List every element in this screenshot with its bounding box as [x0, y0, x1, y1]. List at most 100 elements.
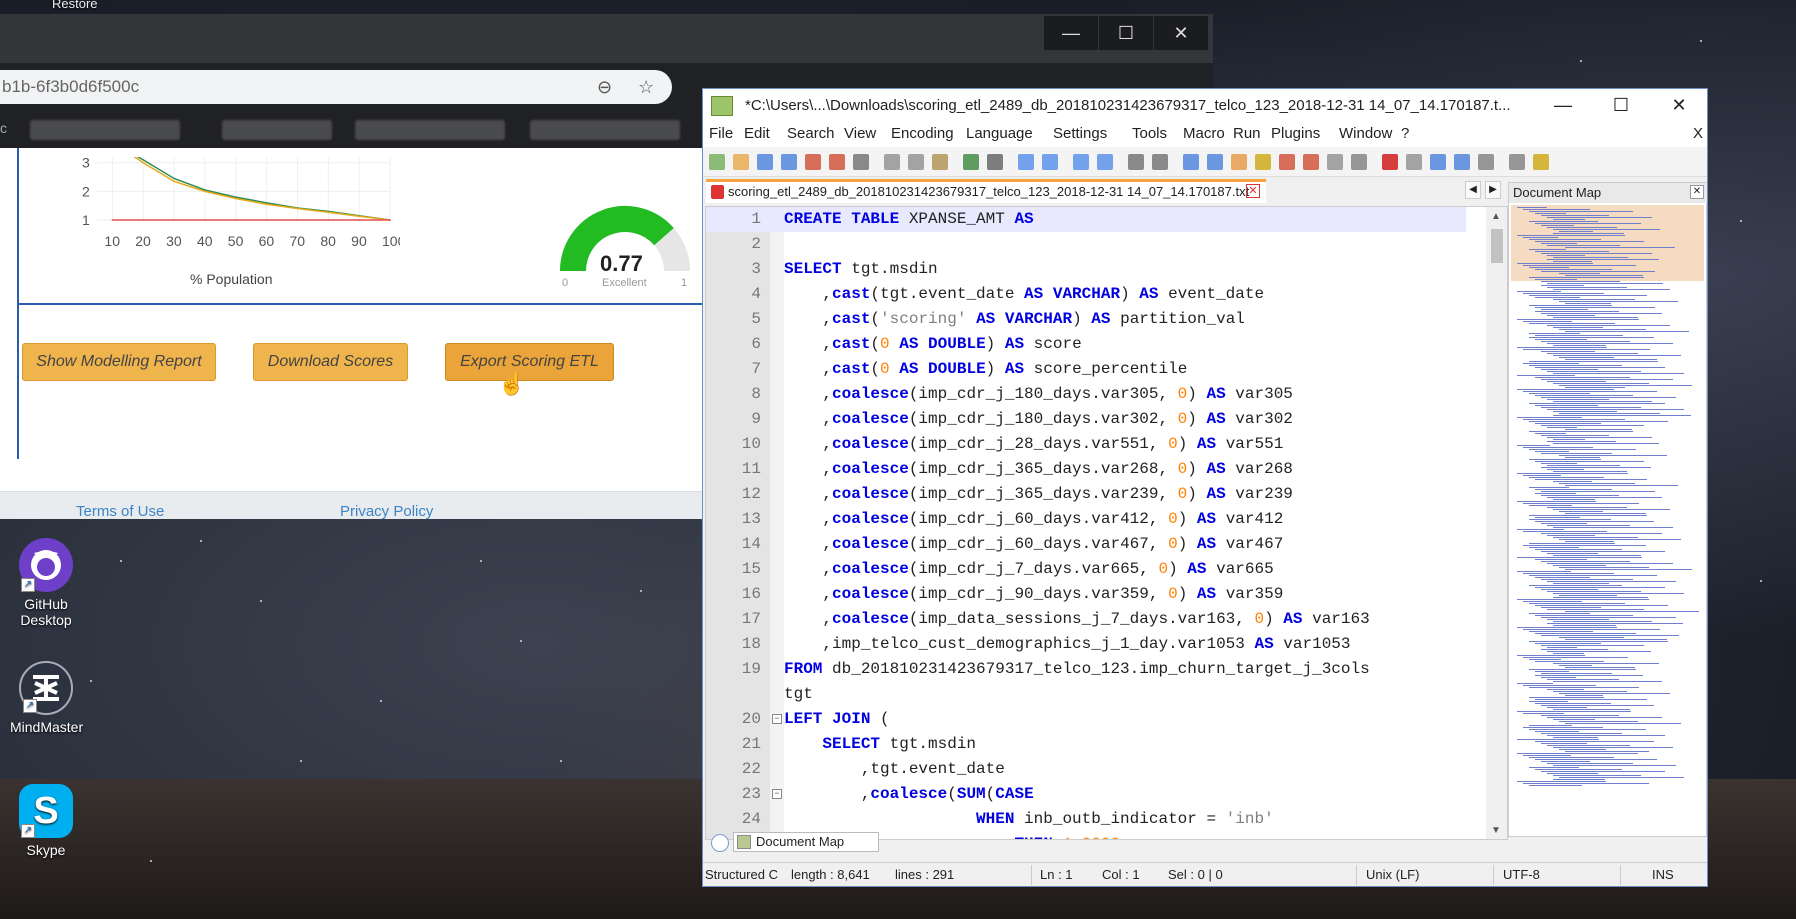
doc-map-icon[interactable] [1279, 154, 1295, 170]
open-icon[interactable] [733, 154, 749, 170]
tab-scroll-left-icon[interactable]: ◀ [1465, 181, 1481, 199]
print-icon[interactable] [853, 154, 869, 170]
code-line[interactable]: 13 ,coalesce(imp_cdr_j_60_days.var412, 0… [706, 507, 1466, 532]
zoom-icon[interactable]: ⊖ [597, 70, 612, 104]
menu-edit[interactable]: Edit [744, 125, 770, 142]
all-chars-icon[interactable] [1207, 154, 1223, 170]
scrollbar-thumb[interactable] [1491, 229, 1503, 263]
menu-help[interactable]: ? [1401, 125, 1409, 142]
menu-encoding[interactable]: Encoding [891, 125, 954, 142]
address-bar[interactable]: b1b-6f3b0d6f500c ⊖ ☆ [0, 70, 672, 104]
code-line[interactable]: 18 ,imp_telco_cust_demographics_j_1_day.… [706, 632, 1466, 657]
fold-toggle-icon[interactable]: − [772, 789, 782, 799]
menu-view[interactable]: View [844, 125, 876, 142]
close-all-icon[interactable] [829, 154, 845, 170]
play-macro-icon[interactable] [1430, 154, 1446, 170]
editor-vertical-scrollbar[interactable]: ▲ ▼ [1486, 207, 1507, 839]
menu-run[interactable]: Run [1233, 125, 1261, 142]
function-list-icon[interactable] [711, 834, 729, 852]
scroll-down-icon[interactable]: ▼ [1491, 825, 1501, 836]
menu-macro[interactable]: Macro [1183, 125, 1225, 142]
paste-icon[interactable] [932, 154, 948, 170]
code-line[interactable]: 12 ,coalesce(imp_cdr_j_365_days.var239, … [706, 482, 1466, 507]
menu-tools[interactable]: Tools [1132, 125, 1167, 142]
function-list-icon[interactable] [1303, 154, 1319, 170]
file-tab[interactable]: scoring_etl_2489_db_201810231423679317_t… [706, 179, 1266, 203]
code-line[interactable]: 2 [706, 232, 1466, 257]
replace-icon[interactable] [1042, 154, 1058, 170]
code-line[interactable]: 15 ,coalesce(imp_cdr_j_7_days.var665, 0)… [706, 557, 1466, 582]
browser-minimize-button[interactable]: — [1044, 16, 1098, 50]
word-wrap-icon[interactable] [1183, 154, 1199, 170]
code-line[interactable]: 8 ,coalesce(imp_cdr_j_180_days.var305, 0… [706, 382, 1466, 407]
bookmark-item[interactable] [530, 120, 680, 140]
run-macro-icon[interactable] [1454, 154, 1470, 170]
code-line[interactable]: 19 FROM db_201810231423679317_telco_123.i… [706, 657, 1466, 682]
code-line[interactable]: 11 ,coalesce(imp_cdr_j_365_days.var268, … [706, 457, 1466, 482]
document-map-close-icon[interactable]: ✕ [1690, 185, 1704, 199]
code-line[interactable]: 23 − ,coalesce(SUM(CASE [706, 782, 1466, 807]
code-line[interactable]: 9 ,coalesce(imp_cdr_j_180_days.var302, 0… [706, 407, 1466, 432]
save-macro-icon[interactable] [1478, 154, 1494, 170]
code-line[interactable]: 5 ,cast('scoring' AS VARCHAR) AS partiti… [706, 307, 1466, 332]
npp-minimize-button[interactable]: — [1534, 89, 1592, 122]
code-line[interactable]: 10 ,coalesce(imp_cdr_j_28_days.var551, 0… [706, 432, 1466, 457]
code-line[interactable]: 24 WHEN inb_outb_indicator = 'inb' [706, 807, 1466, 832]
menu-window[interactable]: Window [1339, 125, 1392, 142]
sync-v-icon[interactable] [1128, 154, 1144, 170]
zoom-in-icon[interactable] [1073, 154, 1089, 170]
export-scoring-etl-button[interactable]: Export Scoring ETL [445, 343, 614, 381]
star-icon[interactable]: ☆ [638, 70, 654, 104]
find-icon[interactable] [1018, 154, 1034, 170]
document-map-tab[interactable]: Document Map [733, 832, 879, 852]
redo-icon[interactable] [987, 154, 1003, 170]
monitor-icon[interactable] [1351, 154, 1367, 170]
terms-of-use-link[interactable]: Terms of Use [76, 503, 164, 519]
indent-guide-icon[interactable] [1231, 154, 1247, 170]
save-icon[interactable] [757, 154, 773, 170]
code-line[interactable]: 20 − LEFT JOIN ( [706, 707, 1466, 732]
record-macro-icon[interactable] [1382, 154, 1398, 170]
menu-file[interactable]: File [709, 125, 733, 142]
code-line[interactable]: 22 ,tgt.event_date [706, 757, 1466, 782]
fold-toggle-icon[interactable]: − [772, 714, 782, 724]
spell-settings-icon[interactable] [1533, 154, 1549, 170]
menu-search[interactable]: Search [787, 125, 835, 142]
npp-close-button[interactable]: ✕ [1650, 89, 1707, 122]
spell-check-icon[interactable] [1509, 154, 1525, 170]
code-line[interactable]: 3 SELECT tgt.msdin [706, 257, 1466, 282]
undo-icon[interactable] [963, 154, 979, 170]
udl-icon[interactable] [1255, 154, 1271, 170]
code-line[interactable]: tgt [706, 682, 1466, 707]
cut-icon[interactable] [884, 154, 900, 170]
menu-plugins[interactable]: Plugins [1271, 125, 1320, 142]
browser-close-button[interactable]: ✕ [1154, 16, 1208, 50]
scroll-up-icon[interactable]: ▲ [1491, 211, 1501, 222]
close-icon[interactable] [805, 154, 821, 170]
menu-language[interactable]: Language [966, 125, 1033, 142]
tab-scroll-right-icon[interactable]: ▶ [1485, 181, 1501, 199]
desktop-icon-mindmaster[interactable]: ↗ MindMaster [10, 661, 83, 735]
code-line[interactable]: 21 SELECT tgt.msdin [706, 732, 1466, 757]
folder-workspace-icon[interactable] [1327, 154, 1343, 170]
code-line[interactable]: 6 ,cast(0 AS DOUBLE) AS score [706, 332, 1466, 357]
code-line[interactable]: 1 CREATE TABLE XPANSE_AMT AS [706, 207, 1466, 232]
copy-icon[interactable] [908, 154, 924, 170]
zoom-out-icon[interactable] [1097, 154, 1113, 170]
privacy-policy-link[interactable]: Privacy Policy [340, 503, 433, 519]
desktop-icon-skype[interactable]: S ↗ Skype [10, 784, 82, 858]
code-line[interactable]: 17 ,coalesce(imp_data_sessions_j_7_days.… [706, 607, 1466, 632]
code-line[interactable]: 7 ,cast(0 AS DOUBLE) AS score_percentile [706, 357, 1466, 382]
bookmark-item[interactable] [355, 120, 505, 140]
show-modelling-report-button[interactable]: Show Modelling Report [22, 343, 216, 381]
desktop-icon-github[interactable]: ↗ GitHub Desktop [10, 538, 82, 628]
save-all-icon[interactable] [781, 154, 797, 170]
code-line[interactable]: 14 ,coalesce(imp_cdr_j_60_days.var467, 0… [706, 532, 1466, 557]
close-tab-icon[interactable]: ✕ [1246, 184, 1260, 198]
menu-settings[interactable]: Settings [1053, 125, 1107, 142]
menu-close-doc[interactable]: X [1693, 125, 1703, 142]
stop-macro-icon[interactable] [1406, 154, 1422, 170]
code-editor[interactable]: 1 CREATE TABLE XPANSE_AMT AS 2 3 SELECT tgt.… [705, 206, 1508, 840]
code-line[interactable]: 16 ,coalesce(imp_cdr_j_90_days.var359, 0… [706, 582, 1466, 607]
code-line[interactable]: 4 ,cast(tgt.event_date AS VARCHAR) AS ev… [706, 282, 1466, 307]
